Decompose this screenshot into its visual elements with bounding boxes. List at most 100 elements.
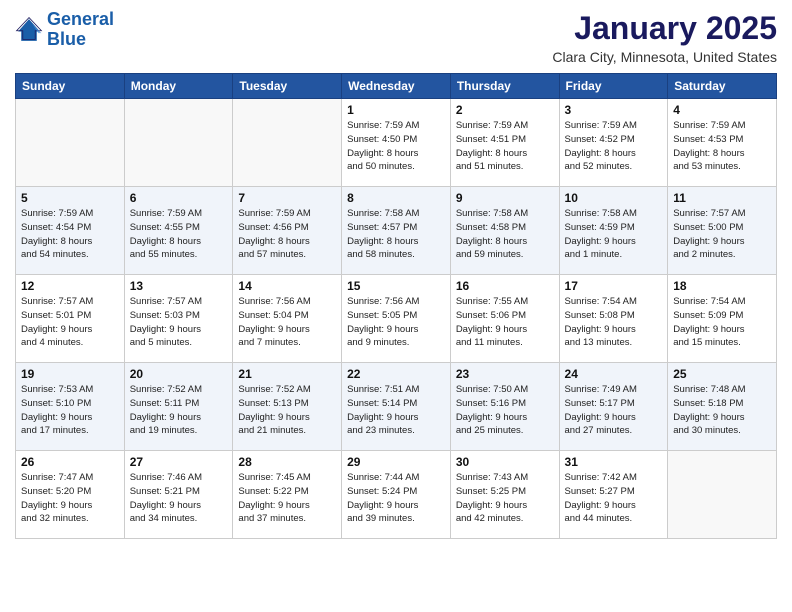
day-info: Sunrise: 7:56 AMSunset: 5:04 PMDaylight:… [238, 295, 336, 350]
day-number: 6 [130, 191, 228, 205]
day-info: Sunrise: 7:57 AMSunset: 5:03 PMDaylight:… [130, 295, 228, 350]
weekday-header-row: SundayMondayTuesdayWednesdayThursdayFrid… [16, 74, 777, 99]
day-info: Sunrise: 7:44 AMSunset: 5:24 PMDaylight:… [347, 471, 445, 526]
day-cell: 23Sunrise: 7:50 AMSunset: 5:16 PMDayligh… [450, 363, 559, 451]
weekday-tuesday: Tuesday [233, 74, 342, 99]
day-info: Sunrise: 7:58 AMSunset: 4:57 PMDaylight:… [347, 207, 445, 262]
weekday-sunday: Sunday [16, 74, 125, 99]
week-row-4: 19 Sunrise: 7:53 AMSunset: 5:10 PMDayligh… [16, 363, 777, 451]
day-number: 25 [673, 367, 771, 381]
day-number: 20 [130, 367, 228, 381]
day-cell: 21 Sunrise: 7:52 AMSunset: 5:13 PMDayligh… [233, 363, 342, 451]
day-number: 18 [673, 279, 771, 293]
day-cell: 31Sunrise: 7:42 AMSunset: 5:27 PMDayligh… [559, 451, 668, 539]
week-row-2: 5Sunrise: 7:59 AMSunset: 4:54 PMDaylight… [16, 187, 777, 275]
day-number: 30 [456, 455, 554, 469]
day-cell: 27Sunrise: 7:46 AMSunset: 5:21 PMDayligh… [124, 451, 233, 539]
day-info: Sunrise: 7:50 AMSunset: 5:16 PMDaylight:… [456, 383, 554, 438]
day-cell [668, 451, 777, 539]
day-number: 15 [347, 279, 445, 293]
day-cell: 14 Sunrise: 7:56 AMSunset: 5:04 PMDayligh… [233, 275, 342, 363]
day-number: 4 [673, 103, 771, 117]
day-number: 13 [130, 279, 228, 293]
day-number: 5 [21, 191, 119, 205]
day-number: 14 [238, 279, 336, 293]
day-number: 21 [238, 367, 336, 381]
weekday-friday: Friday [559, 74, 668, 99]
day-info: Sunrise: 7:54 AMSunset: 5:08 PMDaylight:… [565, 295, 663, 350]
day-info: Sunrise: 7:51 AMSunset: 5:14 PMDaylight:… [347, 383, 445, 438]
day-cell: 24 Sunrise: 7:49 AMSunset: 5:17 PMDayligh… [559, 363, 668, 451]
logo-icon [15, 16, 43, 44]
day-info: Sunrise: 7:58 AMSunset: 4:58 PMDaylight:… [456, 207, 554, 262]
day-cell: 4 Sunrise: 7:59 AMSunset: 4:53 PMDaylight… [668, 99, 777, 187]
header: General Blue January 2025 Clara City, Mi… [15, 10, 777, 65]
day-cell: 15 Sunrise: 7:56 AMSunset: 5:05 PMDayligh… [342, 275, 451, 363]
page: General Blue January 2025 Clara City, Mi… [0, 0, 792, 612]
weekday-wednesday: Wednesday [342, 74, 451, 99]
day-info: Sunrise: 7:47 AMSunset: 5:20 PMDaylight:… [21, 471, 119, 526]
day-info: Sunrise: 7:59 AMSunset: 4:53 PMDaylight:… [673, 119, 771, 174]
day-info: Sunrise: 7:52 AMSunset: 5:11 PMDaylight:… [130, 383, 228, 438]
day-info: Sunrise: 7:57 AMSunset: 5:00 PMDaylight:… [673, 207, 771, 262]
day-cell: 18 Sunrise: 7:54 AMSunset: 5:09 PMDayligh… [668, 275, 777, 363]
day-cell: 6 Sunrise: 7:59 AMSunset: 4:55 PMDaylight… [124, 187, 233, 275]
day-cell: 7 Sunrise: 7:59 AMSunset: 4:56 PMDaylight… [233, 187, 342, 275]
day-info: Sunrise: 7:45 AMSunset: 5:22 PMDaylight:… [238, 471, 336, 526]
day-number: 24 [565, 367, 663, 381]
day-number: 7 [238, 191, 336, 205]
day-cell: 2Sunrise: 7:59 AMSunset: 4:51 PMDaylight… [450, 99, 559, 187]
week-row-3: 12 Sunrise: 7:57 AMSunset: 5:01 PMDayligh… [16, 275, 777, 363]
day-info: Sunrise: 7:52 AMSunset: 5:13 PMDaylight:… [238, 383, 336, 438]
day-cell: 30 Sunrise: 7:43 AMSunset: 5:25 PMDayligh… [450, 451, 559, 539]
week-row-5: 26Sunrise: 7:47 AMSunset: 5:20 PMDayligh… [16, 451, 777, 539]
day-number: 17 [565, 279, 663, 293]
day-info: Sunrise: 7:59 AMSunset: 4:56 PMDaylight:… [238, 207, 336, 262]
weekday-thursday: Thursday [450, 74, 559, 99]
day-number: 29 [347, 455, 445, 469]
day-number: 8 [347, 191, 445, 205]
day-info: Sunrise: 7:54 AMSunset: 5:09 PMDaylight:… [673, 295, 771, 350]
logo-line1: General [47, 9, 114, 29]
day-cell: 19 Sunrise: 7:53 AMSunset: 5:10 PMDayligh… [16, 363, 125, 451]
location-title: Clara City, Minnesota, United States [552, 49, 777, 65]
day-cell: 11 Sunrise: 7:57 AMSunset: 5:00 PMDayligh… [668, 187, 777, 275]
day-number: 10 [565, 191, 663, 205]
day-cell: 5Sunrise: 7:59 AMSunset: 4:54 PMDaylight… [16, 187, 125, 275]
day-number: 3 [565, 103, 663, 117]
day-number: 31 [565, 455, 663, 469]
day-info: Sunrise: 7:58 AMSunset: 4:59 PMDaylight:… [565, 207, 663, 262]
day-number: 11 [673, 191, 771, 205]
day-info: Sunrise: 7:48 AMSunset: 5:18 PMDaylight:… [673, 383, 771, 438]
day-cell: 12 Sunrise: 7:57 AMSunset: 5:01 PMDayligh… [16, 275, 125, 363]
day-cell: 1 Sunrise: 7:59 AMSunset: 4:50 PMDaylight… [342, 99, 451, 187]
day-info: Sunrise: 7:59 AMSunset: 4:55 PMDaylight:… [130, 207, 228, 262]
day-info: Sunrise: 7:59 AMSunset: 4:52 PMDaylight:… [565, 119, 663, 174]
day-cell: 3 Sunrise: 7:59 AMSunset: 4:52 PMDaylight… [559, 99, 668, 187]
day-info: Sunrise: 7:59 AMSunset: 4:51 PMDaylight:… [456, 119, 554, 174]
logo-text: General Blue [47, 10, 114, 50]
day-info: Sunrise: 7:59 AMSunset: 4:50 PMDaylight:… [347, 119, 445, 174]
logo: General Blue [15, 10, 114, 50]
day-number: 1 [347, 103, 445, 117]
weekday-monday: Monday [124, 74, 233, 99]
day-info: Sunrise: 7:49 AMSunset: 5:17 PMDaylight:… [565, 383, 663, 438]
day-cell [124, 99, 233, 187]
day-number: 19 [21, 367, 119, 381]
day-info: Sunrise: 7:56 AMSunset: 5:05 PMDaylight:… [347, 295, 445, 350]
day-info: Sunrise: 7:53 AMSunset: 5:10 PMDaylight:… [21, 383, 119, 438]
day-cell: 28 Sunrise: 7:45 AMSunset: 5:22 PMDayligh… [233, 451, 342, 539]
day-cell: 16Sunrise: 7:55 AMSunset: 5:06 PMDayligh… [450, 275, 559, 363]
day-cell: 13 Sunrise: 7:57 AMSunset: 5:03 PMDayligh… [124, 275, 233, 363]
day-number: 12 [21, 279, 119, 293]
day-info: Sunrise: 7:43 AMSunset: 5:25 PMDaylight:… [456, 471, 554, 526]
day-cell: 29 Sunrise: 7:44 AMSunset: 5:24 PMDayligh… [342, 451, 451, 539]
day-cell: 25 Sunrise: 7:48 AMSunset: 5:18 PMDayligh… [668, 363, 777, 451]
day-cell: 10 Sunrise: 7:58 AMSunset: 4:59 PMDayligh… [559, 187, 668, 275]
logo-line2: Blue [47, 29, 86, 49]
day-number: 28 [238, 455, 336, 469]
title-block: January 2025 Clara City, Minnesota, Unit… [552, 10, 777, 65]
day-cell [16, 99, 125, 187]
day-number: 22 [347, 367, 445, 381]
day-info: Sunrise: 7:57 AMSunset: 5:01 PMDaylight:… [21, 295, 119, 350]
